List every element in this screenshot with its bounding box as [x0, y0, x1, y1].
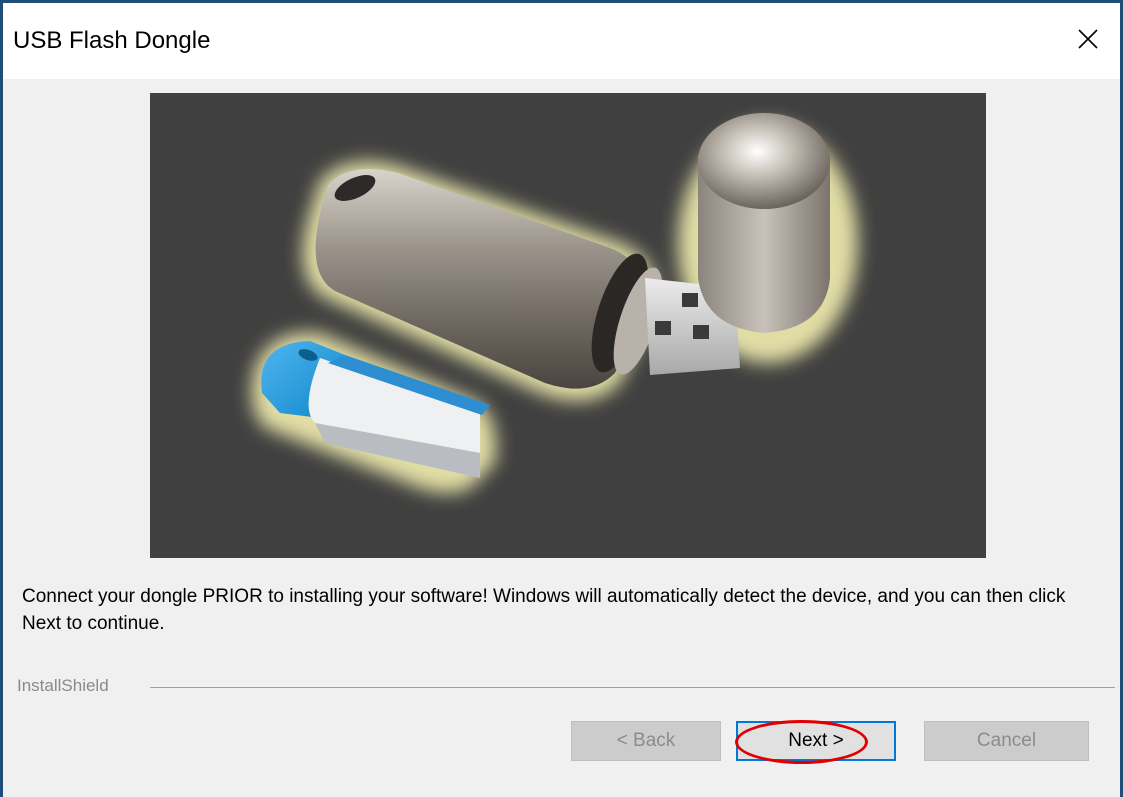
back-button[interactable]: < Back — [571, 721, 721, 761]
next-button[interactable]: Next > — [736, 721, 896, 761]
cancel-button[interactable]: Cancel — [924, 721, 1089, 761]
close-button[interactable] — [1070, 21, 1106, 57]
close-icon — [1078, 29, 1098, 49]
window-title: USB Flash Dongle — [13, 27, 211, 54]
installer-window: USB Flash Dongle Connect your dongle PRI… — [0, 0, 1123, 797]
title-bar: USB Flash Dongle — [3, 3, 1120, 79]
dialog-body: Connect your dongle PRIOR to installing … — [3, 79, 1120, 797]
installshield-separator: InstallShield — [3, 676, 1119, 696]
separator-line — [150, 687, 1115, 688]
installshield-label: InstallShield — [17, 676, 109, 695]
instruction-text: Connect your dongle PRIOR to installing … — [22, 586, 1066, 634]
dongle-image — [150, 93, 986, 558]
